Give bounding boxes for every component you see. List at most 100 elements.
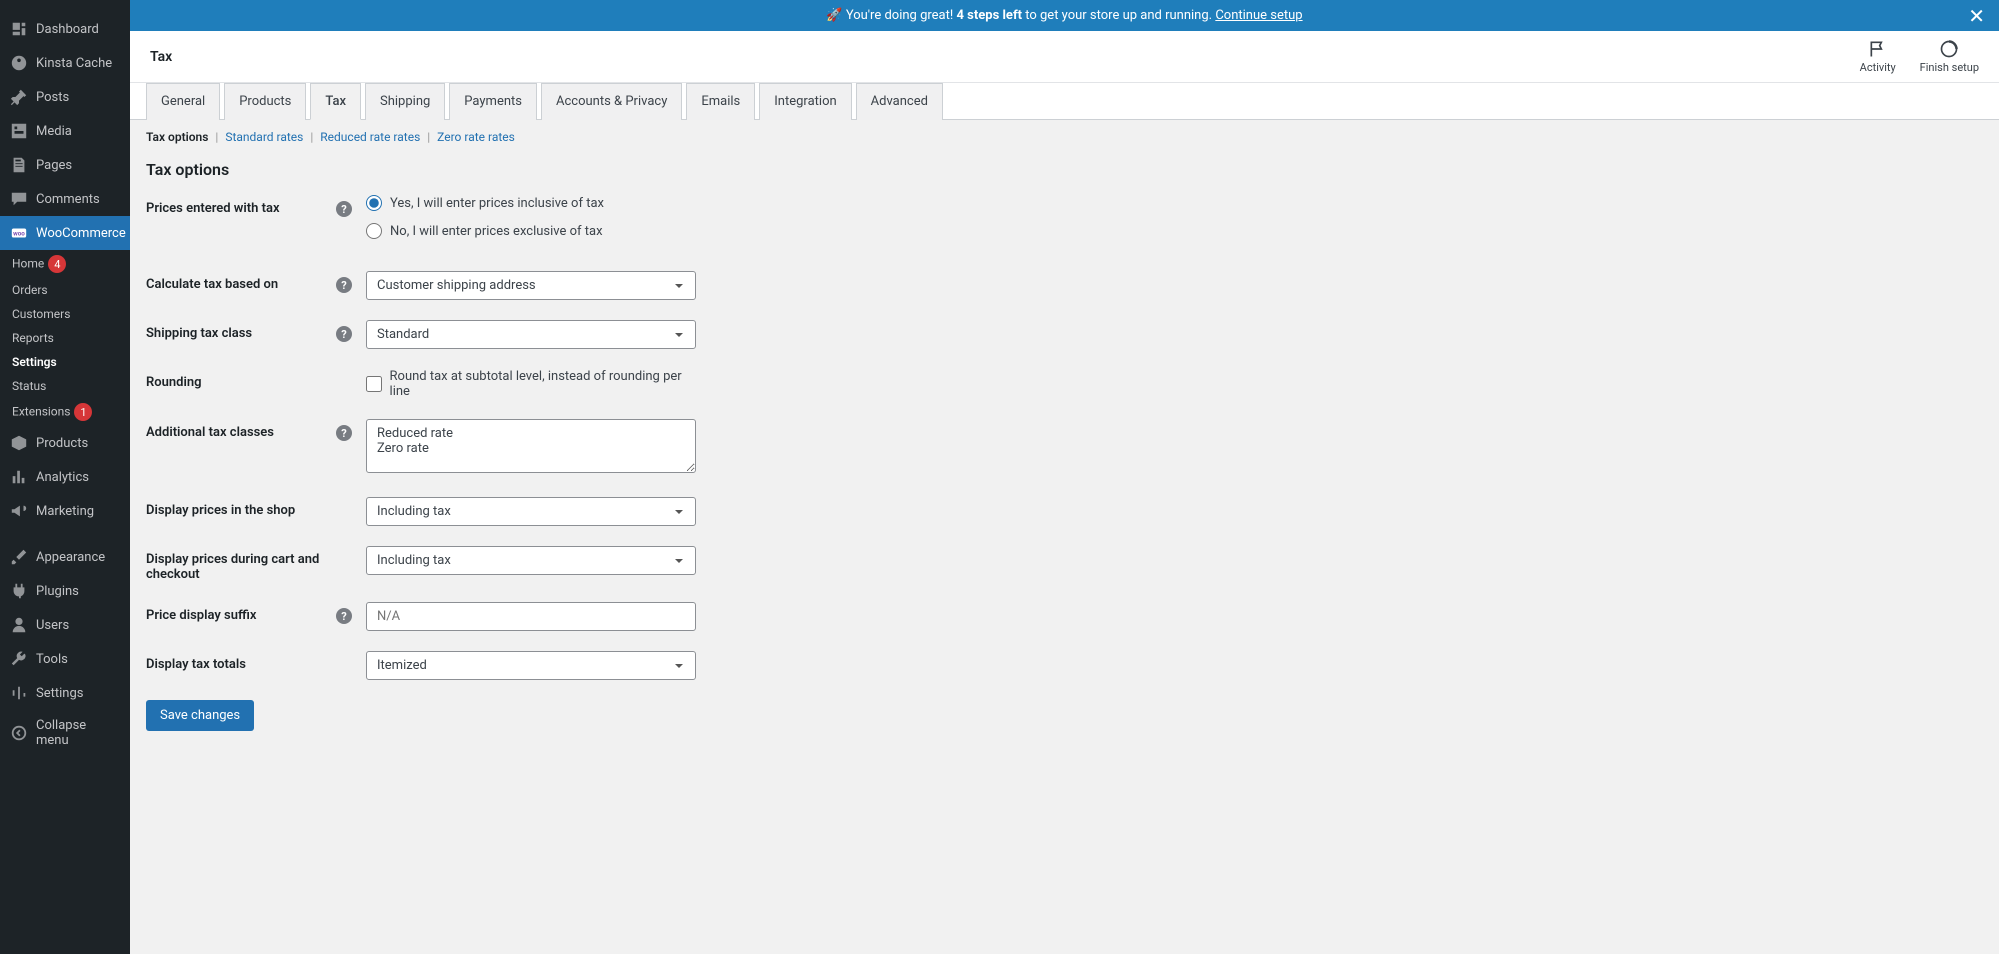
radio-label: No, I will enter prices exclusive of tax	[390, 224, 603, 239]
sidebar-item-analytics[interactable]: Analytics	[0, 460, 130, 494]
tab-shipping[interactable]: Shipping	[365, 83, 445, 120]
sidebar-item-media[interactable]: Media	[0, 114, 130, 148]
close-banner-icon[interactable]: ✕	[1968, 6, 1985, 26]
banner-bold-text: 4 steps left	[956, 8, 1022, 23]
page-icon	[10, 156, 28, 174]
sidebar-label: WooCommerce	[36, 226, 126, 241]
display-shop-select[interactable]: Including tax	[366, 497, 696, 526]
comment-icon	[10, 190, 28, 208]
flag-icon	[1868, 39, 1888, 59]
prices-entered-label: Prices entered with tax	[146, 195, 336, 216]
tab-advanced[interactable]: Advanced	[856, 83, 943, 120]
sidebar-sub-extensions[interactable]: Extensions1	[0, 398, 130, 426]
collapse-icon	[10, 724, 28, 742]
help-icon[interactable]: ?	[336, 425, 352, 441]
display-totals-select[interactable]: Itemized	[366, 651, 696, 680]
sidebar-label: Pages	[36, 158, 72, 173]
subtab-reduced-rates[interactable]: Reduced rate rates	[320, 130, 420, 144]
top-bar: Tax Activity Finish setup	[130, 31, 1999, 83]
activity-label: Activity	[1860, 61, 1896, 74]
tab-tax[interactable]: Tax	[310, 83, 361, 120]
settings-icon	[10, 684, 28, 702]
sidebar-sub-settings[interactable]: Settings	[0, 350, 130, 374]
sidebar-label: Comments	[36, 192, 100, 207]
sidebar-item-kinsta[interactable]: Kinsta Cache	[0, 46, 130, 80]
tax-subtabs: Tax options | Standard rates | Reduced r…	[130, 120, 1999, 148]
sidebar-item-users[interactable]: Users	[0, 608, 130, 642]
brush-icon	[10, 548, 28, 566]
admin-sidebar: Dashboard Kinsta Cache Posts Media Pages…	[0, 0, 130, 954]
setup-banner: 🚀 You're doing great! 4 steps left to ge…	[130, 0, 1999, 31]
sidebar-label: Kinsta Cache	[36, 56, 112, 71]
sidebar-label: Marketing	[36, 504, 94, 519]
sidebar-item-products[interactable]: Products	[0, 426, 130, 460]
additional-classes-textarea[interactable]	[366, 419, 696, 473]
subtab-standard-rates[interactable]: Standard rates	[225, 130, 303, 144]
finish-label: Finish setup	[1920, 61, 1979, 74]
sidebar-sub-status[interactable]: Status	[0, 374, 130, 398]
sidebar-item-posts[interactable]: Posts	[0, 80, 130, 114]
price-suffix-label: Price display suffix	[146, 602, 336, 623]
tab-accounts[interactable]: Accounts & Privacy	[541, 83, 682, 120]
sidebar-item-pages[interactable]: Pages	[0, 148, 130, 182]
sidebar-sub-customers[interactable]: Customers	[0, 302, 130, 326]
help-icon[interactable]: ?	[336, 277, 352, 293]
chart-icon	[10, 468, 28, 486]
additional-classes-label: Additional tax classes	[146, 419, 336, 440]
sidebar-item-wp-settings[interactable]: Settings	[0, 676, 130, 710]
sidebar-sub-label: Home	[12, 257, 44, 271]
help-icon[interactable]: ?	[336, 608, 352, 624]
sidebar-sub-orders[interactable]: Orders	[0, 278, 130, 302]
sidebar-item-plugins[interactable]: Plugins	[0, 574, 130, 608]
page-title-breadcrumb: Tax	[150, 49, 172, 65]
sidebar-label: Plugins	[36, 584, 79, 599]
progress-icon	[1939, 39, 1959, 59]
prices-inclusive-radio[interactable]: Yes, I will enter prices inclusive of ta…	[366, 195, 696, 211]
calculate-tax-select[interactable]: Customer shipping address	[366, 271, 696, 300]
tab-products[interactable]: Products	[224, 83, 306, 120]
help-icon[interactable]: ?	[336, 201, 352, 217]
sidebar-label: Products	[36, 436, 88, 451]
finish-setup-button[interactable]: Finish setup	[1920, 39, 1979, 74]
sidebar-label: Collapse menu	[36, 718, 120, 748]
save-changes-button[interactable]: Save changes	[146, 700, 254, 731]
tax-options-form: Tax options Prices entered with tax ? Ye…	[130, 148, 1999, 755]
tab-payments[interactable]: Payments	[449, 83, 537, 120]
sidebar-item-collapse[interactable]: Collapse menu	[0, 710, 130, 756]
tab-integration[interactable]: Integration	[759, 83, 851, 120]
plug-icon	[10, 582, 28, 600]
tab-emails[interactable]: Emails	[686, 83, 755, 120]
sidebar-label: Tools	[36, 652, 68, 667]
help-icon[interactable]: ?	[336, 326, 352, 342]
prices-exclusive-radio[interactable]: No, I will enter prices exclusive of tax	[366, 223, 696, 239]
shipping-tax-select[interactable]: Standard	[366, 320, 696, 349]
sidebar-label: Users	[36, 618, 69, 633]
price-suffix-input[interactable]	[366, 602, 696, 631]
subtab-tax-options[interactable]: Tax options	[146, 130, 208, 144]
ext-badge: 1	[74, 403, 92, 421]
subtab-zero-rates[interactable]: Zero rate rates	[437, 130, 515, 144]
megaphone-icon	[10, 502, 28, 520]
rounding-checkbox[interactable]: Round tax at subtotal level, instead of …	[366, 369, 696, 399]
sidebar-label: Media	[36, 124, 72, 139]
sidebar-item-comments[interactable]: Comments	[0, 182, 130, 216]
sidebar-item-tools[interactable]: Tools	[0, 642, 130, 676]
sidebar-item-dashboard[interactable]: Dashboard	[0, 12, 130, 46]
sidebar-item-woocommerce[interactable]: woo WooCommerce	[0, 216, 130, 250]
sidebar-item-appearance[interactable]: Appearance	[0, 540, 130, 574]
sidebar-label: Analytics	[36, 470, 89, 485]
display-shop-label: Display prices in the shop	[146, 497, 336, 518]
rounding-label: Rounding	[146, 369, 336, 390]
radio-label: Yes, I will enter prices inclusive of ta…	[390, 196, 604, 211]
banner-pre-text: You're doing great!	[846, 8, 953, 23]
wrench-icon	[10, 650, 28, 668]
section-title: Tax options	[146, 160, 1983, 179]
display-cart-select[interactable]: Including tax	[366, 546, 696, 575]
activity-button[interactable]: Activity	[1860, 39, 1896, 74]
sidebar-sub-reports[interactable]: Reports	[0, 326, 130, 350]
svg-text:woo: woo	[13, 230, 25, 238]
sidebar-sub-home[interactable]: Home4	[0, 250, 130, 278]
tab-general[interactable]: General	[146, 83, 220, 120]
sidebar-item-marketing[interactable]: Marketing	[0, 494, 130, 528]
continue-setup-link[interactable]: Continue setup	[1215, 8, 1302, 23]
